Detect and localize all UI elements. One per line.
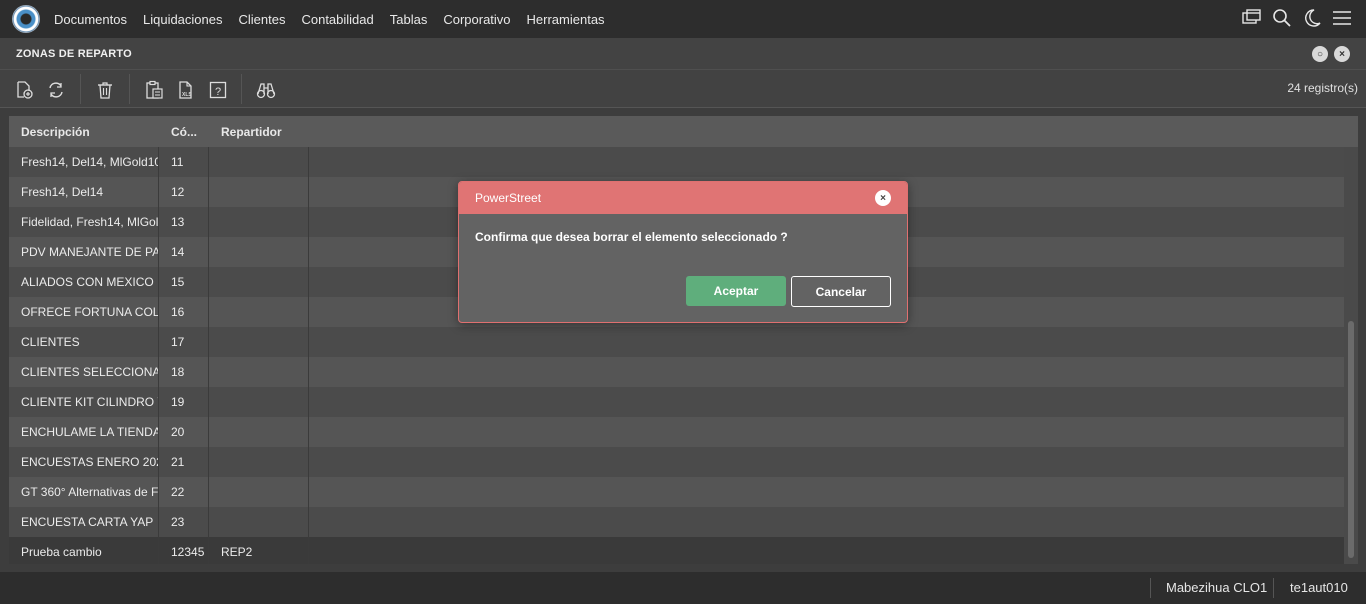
cell-repartidor [221, 267, 307, 297]
status-user: Mabezihua CLO1 [1166, 580, 1268, 595]
record-count: 24 registro(s) [1287, 81, 1358, 95]
main-menu: Documentos Liquidaciones Clientes Contab… [54, 12, 621, 27]
top-right-icons [1242, 8, 1352, 28]
help-icon[interactable]: ? [207, 79, 229, 101]
menu-liquidaciones[interactable]: Liquidaciones [143, 12, 223, 27]
cell-repartidor: REP2 [221, 545, 253, 559]
column-header-descripcion[interactable]: Descripción [21, 125, 90, 139]
cell-descripcion: ENCUESTA CARTA YAP [21, 515, 154, 529]
cell-descripcion: Fresh14, Del14 [21, 185, 104, 199]
cell-descripcion: CLIENTES [21, 335, 80, 349]
table-row[interactable]: CLIENTES 17 [9, 327, 1344, 357]
status-divider [1150, 578, 1151, 598]
menu-corporativo[interactable]: Corporativo [443, 12, 510, 27]
refresh-icon[interactable] [45, 79, 67, 101]
table-row[interactable]: ENCUESTAS ENERO 2020 21 [9, 447, 1344, 477]
cell-descripcion: CLIENTES SELECCIONAD [21, 365, 159, 379]
vertical-scrollbar[interactable] [1345, 147, 1358, 564]
cell-repartidor [221, 357, 307, 387]
column-header-codigo[interactable]: Có... [171, 125, 197, 139]
table-row[interactable]: ENCUESTA CARTA YAP 23 [9, 507, 1344, 537]
table-row[interactable]: Prueba cambio 12345 REP2 [9, 537, 1344, 564]
binoculars-icon[interactable] [255, 79, 277, 101]
cell-descripcion: Fresh14, Del14, MlGold10 [21, 155, 159, 169]
cell-repartidor [221, 447, 307, 477]
menu-herramientas[interactable]: Herramientas [527, 12, 605, 27]
windows-icon[interactable] [1242, 8, 1262, 28]
cell-descripcion: PDV MANEJANTE DE PAL [21, 245, 159, 259]
scrollbar-thumb[interactable] [1348, 321, 1354, 558]
svg-text:XLS: XLS [182, 92, 192, 98]
cancel-button[interactable]: Cancelar [791, 276, 891, 307]
close-icon[interactable]: × [1334, 46, 1350, 62]
xls-export-icon[interactable]: XLS [175, 79, 197, 101]
dialog-header: PowerStreet × [459, 182, 907, 214]
column-divider [158, 147, 159, 564]
svg-text:?: ? [215, 86, 221, 98]
dialog-message: Confirma que desea borrar el elemento se… [475, 230, 788, 244]
table-row[interactable]: CLIENTES SELECCIONAD 18 [9, 357, 1344, 387]
grid-header: Descripción Có... Repartidor [9, 116, 1358, 147]
window-title-bar: ZONAS DE REPARTO ○ × [0, 38, 1366, 70]
menu-icon[interactable] [1332, 8, 1352, 28]
menu-tablas[interactable]: Tablas [390, 12, 428, 27]
table-row[interactable]: ENCHULAME LA TIENDA 20 [9, 417, 1344, 447]
status-bar: Mabezihua CLO1 te1aut010 [0, 572, 1366, 604]
trash-icon[interactable] [94, 79, 116, 101]
toolbar-divider [241, 74, 242, 104]
cell-repartidor [221, 387, 307, 417]
cell-descripcion: Prueba cambio [21, 545, 102, 559]
cell-descripcion: ENCUESTAS ENERO 2020 [21, 455, 159, 469]
toolbar-divider [80, 74, 81, 104]
new-document-icon[interactable] [13, 79, 35, 101]
accept-button[interactable]: Aceptar [686, 276, 786, 306]
cell-repartidor [221, 477, 307, 507]
cell-repartidor [221, 237, 307, 267]
app-logo-icon[interactable] [12, 5, 40, 33]
cell-descripcion: CLIENTE KIT CILINDRO Y [21, 395, 159, 409]
cell-repartidor [221, 297, 307, 327]
confirm-delete-dialog: PowerStreet × Confirma que desea borrar … [458, 181, 908, 323]
minimize-icon[interactable]: ○ [1312, 46, 1328, 62]
cell-descripcion: Fidelidad, Fresh14, MlGold [21, 215, 159, 229]
cell-descripcion: OFRECE FORTUNA COLD [21, 305, 159, 319]
menu-clientes[interactable]: Clientes [239, 12, 286, 27]
cell-descripcion: ALIADOS CON MEXICO [21, 275, 154, 289]
cell-repartidor [221, 207, 307, 237]
toolbar: XLS ? 24 registro(s) [0, 70, 1366, 108]
cell-repartidor [221, 417, 307, 447]
cell-repartidor [221, 327, 307, 357]
clipboard-icon[interactable] [143, 79, 165, 101]
table-row[interactable]: CLIENTE KIT CILINDRO Y 19 [9, 387, 1344, 417]
menu-documentos[interactable]: Documentos [54, 12, 127, 27]
dialog-title: PowerStreet [475, 191, 542, 205]
search-icon[interactable] [1272, 8, 1292, 28]
cell-repartidor [221, 177, 307, 207]
dialog-close-icon[interactable]: × [875, 190, 891, 206]
top-navigation-bar: Documentos Liquidaciones Clientes Contab… [0, 0, 1366, 38]
cell-repartidor [221, 147, 307, 177]
column-divider [208, 147, 209, 564]
table-row[interactable]: GT 360° Alternativas de Fi 22 [9, 477, 1344, 507]
status-divider [1273, 578, 1274, 598]
toolbar-divider [129, 74, 130, 104]
cell-descripcion: GT 360° Alternativas de Fi [21, 485, 159, 499]
menu-contabilidad[interactable]: Contabilidad [301, 12, 373, 27]
cell-repartidor [221, 507, 307, 537]
table-row[interactable]: Fresh14, Del14, MlGold10 11 [9, 147, 1344, 177]
window-title: ZONAS DE REPARTO [16, 48, 132, 60]
cell-descripcion: ENCHULAME LA TIENDA [21, 425, 159, 439]
status-server: te1aut010 [1290, 580, 1348, 595]
moon-icon[interactable] [1302, 8, 1322, 28]
column-header-repartidor[interactable]: Repartidor [221, 125, 282, 139]
column-divider [308, 147, 309, 564]
